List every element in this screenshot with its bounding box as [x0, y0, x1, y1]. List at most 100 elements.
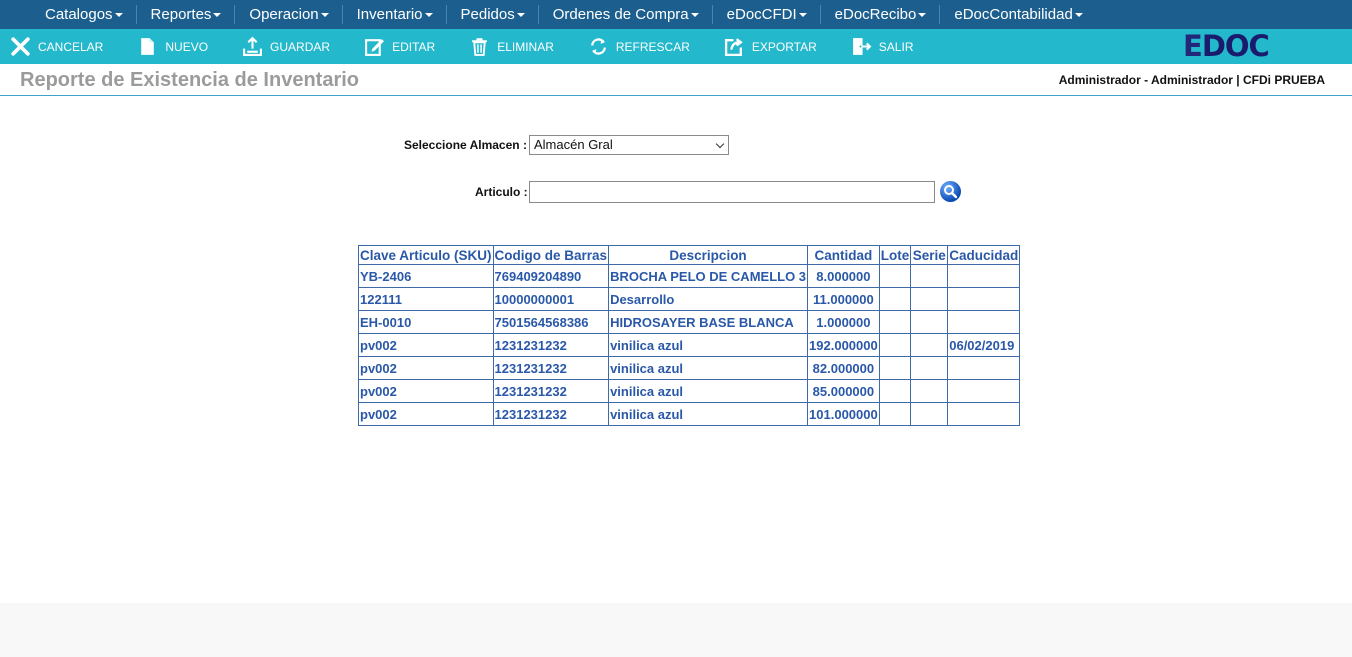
- cell-barcode: 7501564568386: [492, 310, 610, 334]
- cell-expiry: [947, 402, 1021, 426]
- almacen-label: Seleccione Almacen :: [404, 138, 527, 152]
- export-icon: [724, 38, 743, 57]
- nav-edoccontabilidad[interactable]: eDocContabilidad: [940, 0, 1096, 29]
- exit-button[interactable]: SALIR: [851, 29, 914, 64]
- export-button[interactable]: EXPORTAR: [724, 29, 817, 64]
- refresh-label: REFRESCAR: [615, 39, 690, 54]
- caret-down-icon: [1074, 13, 1083, 17]
- cell-sku: pv002: [358, 356, 494, 380]
- caret-down-icon: [798, 13, 807, 17]
- cell-barcode: 1231231232: [492, 402, 610, 426]
- footer-area: [0, 603, 1352, 657]
- cell-quantity: 192.000000: [807, 333, 880, 357]
- col-expiry: Caducidad: [947, 245, 1021, 265]
- user-info: Administrador - Administrador | CFDi PRU…: [1058, 73, 1325, 87]
- col-quantity: Cantidad: [807, 245, 880, 265]
- cell-description: vinilica azul: [608, 356, 809, 380]
- nav-label: Inventario: [356, 6, 423, 23]
- refresh-button[interactable]: REFRESCAR: [588, 29, 690, 64]
- cell-description: vinilica azul: [608, 333, 809, 357]
- table-row: EH-0010 7501564568386 HIDROSAYER BASE BL…: [358, 310, 1021, 334]
- cancel-label: CANCELAR: [38, 39, 104, 54]
- caret-down-icon: [918, 13, 927, 17]
- nav-label: Catalogos: [45, 6, 113, 23]
- cell-description: HIDROSAYER BASE BLANCA: [608, 310, 809, 334]
- caret-down-icon: [424, 13, 433, 17]
- almacen-selected-value: Almacén Gral: [534, 137, 613, 152]
- cell-serial: [910, 264, 949, 288]
- delete-button[interactable]: ELIMINAR: [469, 29, 554, 64]
- nav-reportes[interactable]: Reportes: [137, 0, 236, 29]
- new-label: NUEVO: [165, 39, 209, 54]
- close-icon: [11, 37, 30, 56]
- cell-expiry: 06/02/2019: [947, 333, 1021, 357]
- col-description: Descripcion: [608, 245, 809, 265]
- cell-quantity: 101.000000: [807, 402, 880, 426]
- nav-operacion[interactable]: Operacion: [235, 0, 343, 29]
- edit-button[interactable]: EDITAR: [364, 29, 435, 64]
- articulo-input[interactable]: [529, 181, 935, 203]
- nav-ordenes-de-compra[interactable]: Ordenes de Compra: [539, 0, 713, 29]
- cell-description: vinilica azul: [608, 379, 809, 403]
- almacen-select[interactable]: Almacén Gral: [529, 135, 729, 155]
- cell-serial: [910, 402, 949, 426]
- search-icon: [944, 185, 958, 199]
- col-sku: Clave Articulo (SKU): [358, 245, 494, 265]
- refresh-icon: [590, 38, 606, 55]
- col-serial: Serie: [910, 245, 949, 265]
- save-button[interactable]: GUARDAR: [242, 29, 330, 64]
- nav-edocrecibo[interactable]: eDocRecibo: [821, 0, 941, 29]
- top-navigation: Catalogos Reportes Operacion Inventario …: [0, 0, 1352, 29]
- nav-label: Pedidos: [460, 6, 515, 23]
- edit-icon: [365, 39, 385, 56]
- nav-label: eDocRecibo: [834, 6, 917, 23]
- cell-serial: [910, 333, 949, 357]
- table-row: YB-2406 769409204890 BROCHA PELO DE CAME…: [358, 264, 1021, 288]
- save-label: GUARDAR: [270, 39, 331, 54]
- nav-pedidos[interactable]: Pedidos: [447, 0, 539, 29]
- exit-door-icon: [852, 38, 872, 55]
- search-button[interactable]: [940, 181, 961, 202]
- cell-lot: [878, 310, 912, 334]
- table-row: pv002 1231231232 vinilica azul 85.000000: [358, 379, 1021, 403]
- cell-description: Desarrollo: [608, 287, 809, 311]
- cell-lot: [878, 402, 912, 426]
- cell-barcode: 1231231232: [492, 356, 610, 380]
- export-label: EXPORTAR: [751, 39, 817, 54]
- cell-quantity: 82.000000: [807, 356, 880, 380]
- new-document-icon: [141, 38, 155, 55]
- cell-description: BROCHA PELO DE CAMELLO 3: [608, 264, 809, 288]
- caret-down-icon: [213, 13, 222, 17]
- trash-icon: [472, 38, 488, 56]
- cell-quantity: 1.000000: [807, 310, 880, 334]
- upload-save-icon: [243, 36, 262, 56]
- page-title: Reporte de Existencia de Inventario: [20, 69, 359, 91]
- cell-expiry: [947, 356, 1021, 380]
- cell-serial: [910, 356, 949, 380]
- toolbar: CANCELAR NUEVO GUARDAR EDITAR ELIMINAR R…: [0, 29, 1352, 64]
- cell-sku: YB-2406: [358, 264, 494, 288]
- cell-quantity: 8.000000: [807, 264, 880, 288]
- cell-serial: [910, 310, 949, 334]
- table-header-row: Clave Articulo (SKU) Codigo de Barras De…: [358, 245, 1021, 265]
- caret-down-icon: [320, 13, 329, 17]
- new-button[interactable]: NUEVO: [137, 29, 208, 64]
- nav-inventario[interactable]: Inventario: [343, 0, 447, 29]
- cancel-button[interactable]: CANCELAR: [10, 29, 103, 64]
- nav-label: eDocCFDI: [726, 6, 797, 23]
- cell-serial: [910, 287, 949, 311]
- table-row: pv002 1231231232 vinilica azul 82.000000: [358, 356, 1021, 380]
- cell-lot: [878, 287, 912, 311]
- cell-barcode: 10000000001: [492, 287, 610, 311]
- exit-label: SALIR: [878, 39, 914, 54]
- cell-sku: pv002: [358, 402, 494, 426]
- cell-description: vinilica azul: [608, 402, 809, 426]
- cell-barcode: 1231231232: [492, 333, 610, 357]
- edoc-logo: EDOC: [1183, 31, 1270, 62]
- nav-edoccfdi[interactable]: eDocCFDI: [713, 0, 821, 29]
- edit-label: EDITAR: [392, 39, 436, 54]
- cell-lot: [878, 264, 912, 288]
- nav-label: Operacion: [249, 6, 319, 23]
- nav-catalogos[interactable]: Catalogos: [31, 0, 137, 29]
- cell-expiry: [947, 379, 1021, 403]
